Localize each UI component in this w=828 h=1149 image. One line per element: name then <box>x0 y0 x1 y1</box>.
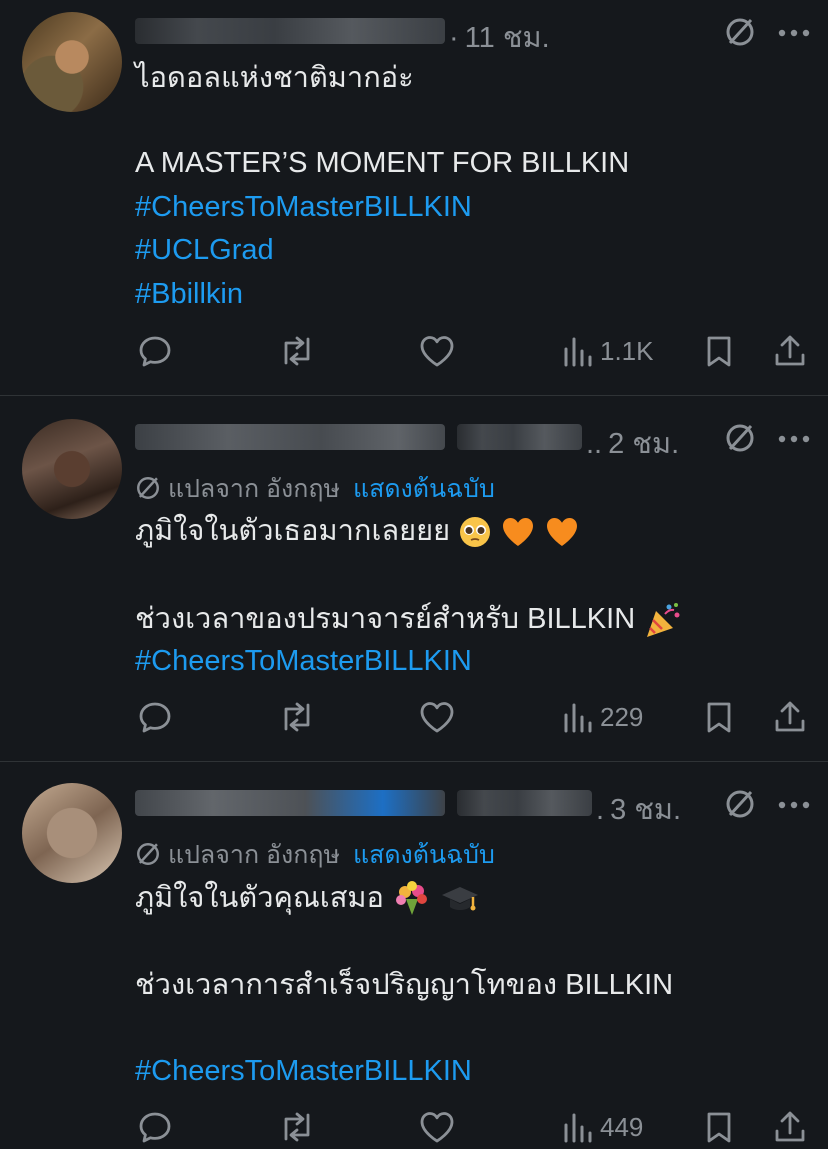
views-button[interactable]: 449 <box>562 1107 643 1147</box>
post-actions: 229 <box>0 697 828 737</box>
repost-icon <box>284 702 310 732</box>
reply-button[interactable] <box>137 697 173 737</box>
bookmark-button[interactable] <box>703 331 735 371</box>
post-line-text: ช่วงเวลาของปรมาจารย์สำหรับ BILLKIN <box>135 603 636 635</box>
reply-bubble-icon <box>139 336 171 367</box>
post-line-text: ภูมิใจในตัวเธอมากเลยยย <box>135 515 451 547</box>
share-icon <box>775 1111 805 1142</box>
more-dots-icon[interactable] <box>777 28 811 38</box>
author-name-blurred[interactable] <box>135 18 445 44</box>
heart-icon <box>420 1112 454 1143</box>
repost-icon <box>284 1112 310 1142</box>
like-button[interactable] <box>418 697 456 737</box>
share-icon <box>775 335 805 366</box>
views-count: 449 <box>600 1111 644 1142</box>
repost-button[interactable] <box>277 697 317 737</box>
bouquet-emoji <box>396 881 427 916</box>
repost-icon <box>284 336 310 366</box>
heart-icon <box>420 702 454 733</box>
post-time-text: 11 ชม. <box>464 22 550 54</box>
post-line: ไอดอลแห่งชาติมากอ่ะ <box>135 62 414 94</box>
bar-chart-icon <box>564 703 592 733</box>
slashed-circle-icon[interactable] <box>724 16 756 48</box>
post-time-text: 2 ชม. <box>608 428 680 460</box>
heart-icon <box>420 336 454 367</box>
bar-chart-icon <box>564 1113 592 1143</box>
views-count: 1.1K <box>600 335 654 366</box>
views-button[interactable]: 229 <box>562 697 643 737</box>
reply-button[interactable] <box>137 1107 173 1147</box>
translation-notice: แปลจาก อังกฤษ แสดงต้นฉบับ <box>135 469 495 509</box>
author-name-blurred[interactable] <box>135 424 445 450</box>
pleading-face-emoji <box>460 517 491 548</box>
repost-button[interactable] <box>277 1107 317 1147</box>
avatar[interactable] <box>22 783 122 883</box>
bar-chart-icon <box>564 337 592 367</box>
divider <box>0 761 828 762</box>
orange-heart-emoji <box>547 518 578 547</box>
orange-heart-emoji <box>503 518 534 547</box>
views-count: 229 <box>600 701 644 732</box>
show-original-link[interactable]: แสดงต้นฉบับ <box>353 841 495 869</box>
translation-label: แปลจาก อังกฤษ <box>167 841 340 869</box>
reply-button[interactable] <box>137 331 173 371</box>
author-name-blurred[interactable] <box>135 790 445 816</box>
more-dots-icon[interactable] <box>777 800 811 810</box>
translation-label: แปลจาก อังกฤษ <box>167 475 340 503</box>
share-button[interactable] <box>772 697 808 737</box>
post-line: ช่วงเวลาการสำเร็จปริญญาโทของ BILLKIN <box>135 969 674 1001</box>
hashtag-link[interactable]: #CheersToMasterBILLKIN <box>135 185 472 229</box>
more-dots-icon[interactable] <box>777 434 811 444</box>
show-original-link[interactable]: แสดงต้นฉบับ <box>353 475 495 503</box>
repost-button[interactable] <box>277 331 317 371</box>
party-popper-emoji <box>647 603 680 638</box>
reply-bubble-icon <box>139 702 171 733</box>
post-line: ช่วงเวลาของปรมาจารย์สำหรับ BILLKIN <box>135 597 683 641</box>
graduation-cap-emoji <box>442 887 479 911</box>
avatar[interactable] <box>22 12 122 112</box>
post-time[interactable]: .. 2 ชม. <box>586 420 679 466</box>
bookmark-icon <box>707 336 731 367</box>
views-button[interactable]: 1.1K <box>562 331 654 371</box>
divider <box>0 395 828 396</box>
avatar[interactable] <box>22 419 122 519</box>
like-button[interactable] <box>418 1107 456 1147</box>
hashtag-link[interactable]: #CheersToMasterBILLKIN <box>135 1049 472 1093</box>
hashtag-link[interactable]: #Bbillkin <box>135 272 243 316</box>
slashed-circle-icon <box>137 477 159 499</box>
post-actions: 449 <box>0 1107 828 1147</box>
hashtag-link[interactable]: #UCLGrad <box>135 228 274 272</box>
author-handle-blurred[interactable] <box>457 424 582 450</box>
post-time[interactable]: .3 ชม. <box>596 786 681 832</box>
reply-bubble-icon <box>139 1112 171 1143</box>
share-icon <box>775 701 805 732</box>
hashtag-link[interactable]: #CheersToMasterBILLKIN <box>135 639 472 683</box>
post-line-text: ภูมิใจในตัวคุณเสมอ <box>135 882 384 914</box>
bookmark-icon <box>707 1112 731 1143</box>
post-line: ภูมิใจในตัวเธอมากเลยยย <box>135 509 580 553</box>
translation-notice: แปลจาก อังกฤษ แสดงต้นฉบับ <box>135 835 495 875</box>
post-line: A MASTER’S MOMENT FOR BILLKIN <box>135 147 630 179</box>
post-time[interactable]: · 11 ชม. <box>449 14 550 60</box>
bookmark-icon <box>707 702 731 733</box>
post-line: ภูมิใจในตัวคุณเสมอ <box>135 876 480 920</box>
post-actions: 1.1K <box>0 331 828 371</box>
like-button[interactable] <box>418 331 456 371</box>
share-button[interactable] <box>772 1107 808 1147</box>
bookmark-button[interactable] <box>703 1107 735 1147</box>
author-handle-blurred[interactable] <box>457 790 592 816</box>
slashed-circle-icon <box>137 843 159 865</box>
slashed-circle-icon[interactable] <box>724 422 756 454</box>
share-button[interactable] <box>772 331 808 371</box>
slashed-circle-icon[interactable] <box>724 788 756 820</box>
bookmark-button[interactable] <box>703 697 735 737</box>
post-time-text: 3 ชม. <box>610 794 682 826</box>
